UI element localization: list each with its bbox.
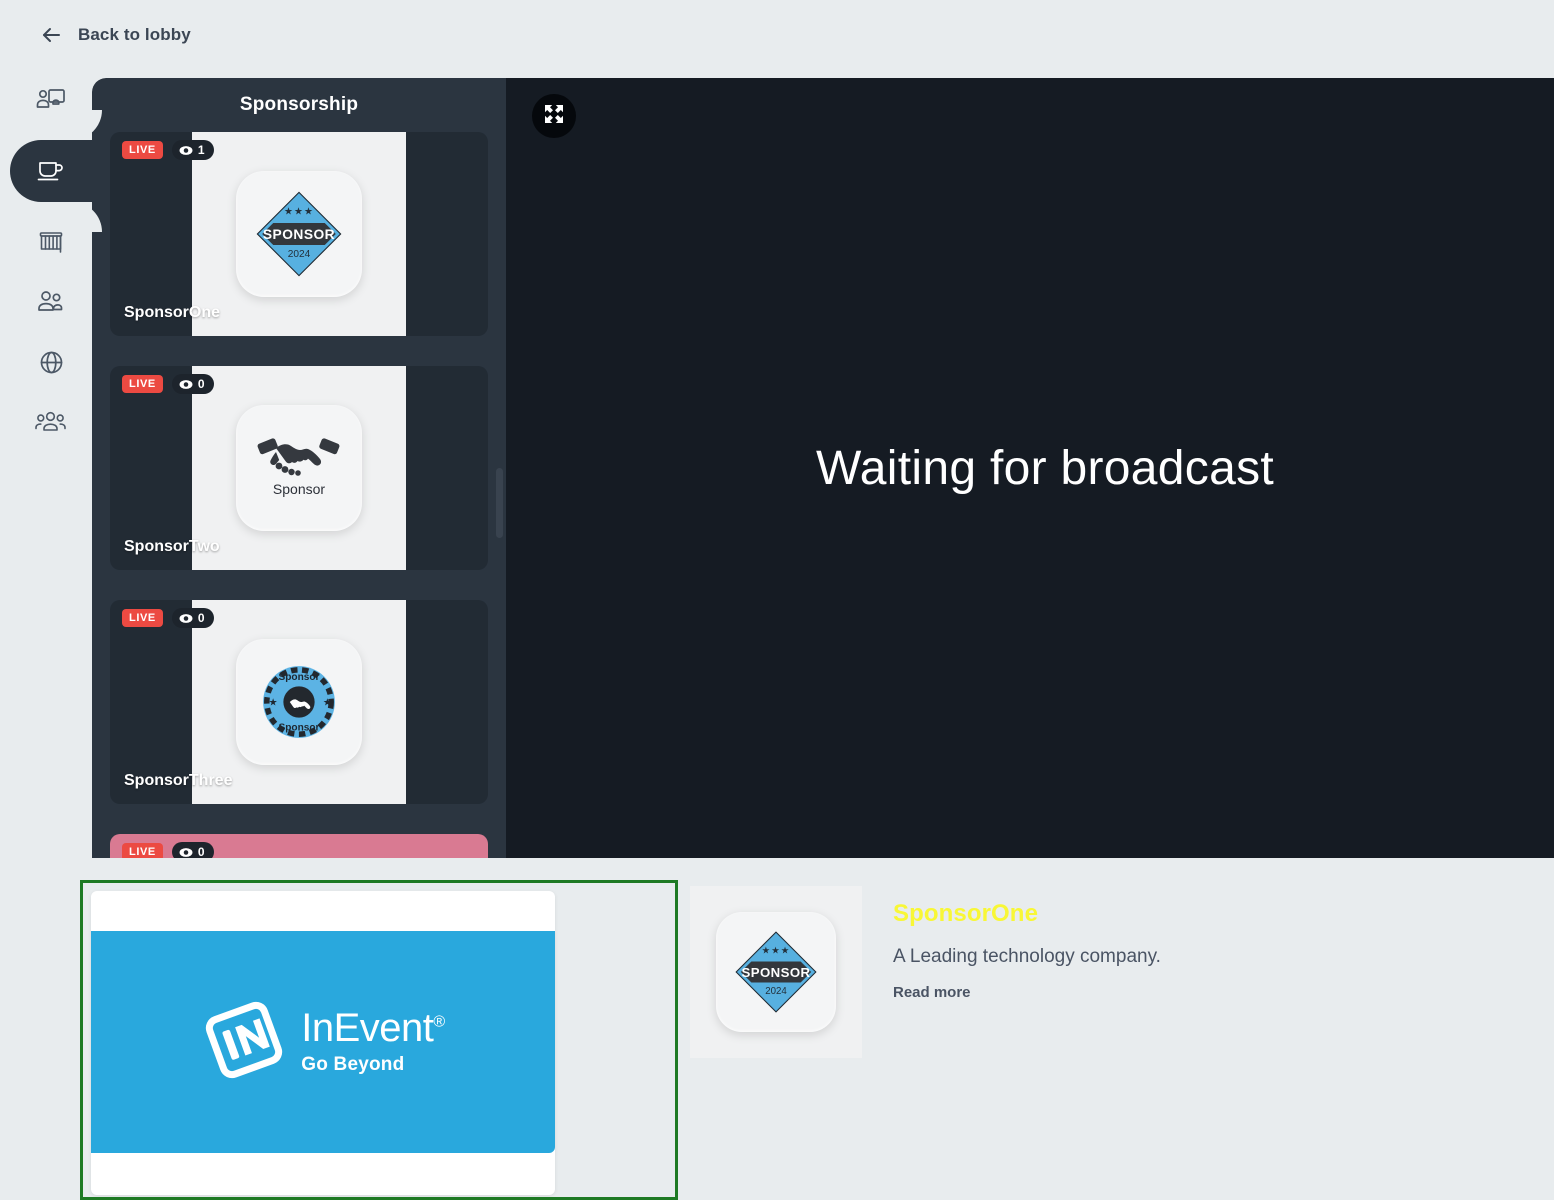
fullscreen-expand-button[interactable]: [532, 94, 576, 138]
sponsor-card-name: SponsorOne: [124, 304, 221, 321]
viewer-count-value: 0: [197, 377, 205, 391]
sponsor-card[interactable]: SPONSOR ★★★ 2024 LIVE 1 SponsorOne: [110, 132, 488, 336]
viewer-count-value: 0: [197, 611, 205, 625]
viewer-count-pill: 0: [171, 374, 214, 395]
viewer-count-value: 1: [197, 143, 205, 157]
live-badge: LIVE: [122, 843, 163, 858]
sidebar-item-global[interactable]: [10, 332, 92, 392]
sidebar-item-attendees[interactable]: [10, 272, 92, 332]
sidebar-item-exhibition-booths[interactable]: [10, 212, 92, 272]
viewer-count-value: 0: [197, 845, 205, 858]
sponsor-card[interactable]: LIVE 0: [110, 834, 488, 858]
two-people-icon: [36, 289, 66, 315]
sponsor-card-badges: LIVE 0: [122, 608, 214, 629]
sponsor-card-thumbnail: SPONSOR ★★★ 2024: [192, 132, 406, 336]
sidebar-item-networking-lounge[interactable]: [10, 140, 92, 200]
sponsor-card[interactable]: Sponsor Sponsor ★ ★ LIVE 0 SponsorThree: [110, 600, 488, 804]
broadcast-stage: Waiting for broadcast: [506, 78, 1554, 858]
fullscreen-expand-icon: [544, 104, 564, 129]
sponsor-detail-description: A Leading technology company.: [893, 946, 1161, 967]
sidebar-item-sessions[interactable]: [10, 70, 92, 130]
globe-icon: [38, 349, 65, 376]
live-badge: LIVE: [122, 609, 163, 628]
eye-icon: [179, 613, 193, 623]
sponsor-card-badges: LIVE 1: [122, 140, 214, 161]
sponsor-card-badges: LIVE 0: [122, 842, 214, 858]
inevent-banner: InEvent® Go Beyond: [91, 931, 555, 1153]
stage-area: Sponsorship SPONSOR ★★★ 2024 LIVE 1 Spon…: [92, 78, 1554, 858]
viewer-count-pill: 0: [171, 608, 214, 629]
back-to-lobby-link[interactable]: Back to lobby: [78, 25, 191, 45]
sponsorship-panel-title: Sponsorship: [239, 94, 359, 115]
top-bar: Back to lobby: [0, 0, 1554, 70]
inevent-tagline: Go Beyond: [301, 1054, 405, 1075]
svg-text:★: ★: [269, 698, 278, 709]
sponsor-detail-name: SponsorOne: [893, 900, 1039, 927]
svg-text:2024: 2024: [288, 249, 311, 260]
sponsor-card-name: SponsorTwo: [124, 538, 220, 555]
sponsor-banner-highlight-frame[interactable]: InEvent® Go Beyond: [80, 880, 678, 1200]
inevent-brand-text: InEvent: [301, 1006, 434, 1050]
live-badge: LIVE: [122, 141, 163, 160]
svg-text:SPONSOR: SPONSOR: [263, 227, 335, 242]
sponsor-diamond-badge-icon: SPONSOR ★★★ 2024: [716, 912, 836, 1032]
svg-text:★★★: ★★★: [284, 207, 314, 218]
eye-icon: [179, 145, 193, 155]
broadcast-status-message: Waiting for broadcast: [815, 441, 1275, 495]
sponsorship-panel: Sponsorship SPONSOR ★★★ 2024 LIVE 1 Spon…: [92, 78, 506, 858]
sponsorship-list-scrollbar[interactable]: [496, 468, 503, 538]
inevent-wordmark: InEvent® Go Beyond: [301, 1006, 445, 1076]
registered-mark: ®: [433, 1013, 445, 1031]
inevent-logo-icon: [201, 997, 287, 1088]
svg-text:SPONSOR: SPONSOR: [741, 965, 810, 980]
svg-text:★★★: ★★★: [762, 946, 791, 957]
viewer-count-pill: 0: [171, 842, 214, 858]
sponsor-detail-area: InEvent® Go Beyond SPONSOR ★★★ 2024 Spon…: [0, 858, 1554, 1200]
sponsor-card-name: SponsorThree: [124, 772, 233, 789]
svg-text:Sponsor: Sponsor: [278, 672, 319, 683]
sponsor-detail-logo: SPONSOR ★★★ 2024: [690, 886, 862, 1058]
sponsor-card-thumbnail: Sponsor: [192, 366, 406, 570]
sponsorship-list[interactable]: SPONSOR ★★★ 2024 LIVE 1 SponsorOne Spons…: [92, 132, 506, 858]
sponsor-detail-text: SponsorOne A Leading technology company.…: [893, 900, 1513, 1001]
live-badge: LIVE: [122, 375, 163, 394]
sponsor-diamond-badge-icon: SPONSOR ★★★ 2024: [236, 171, 362, 297]
read-more-link[interactable]: Read more: [893, 984, 1513, 1001]
sponsor-seal-badge-icon: Sponsor Sponsor ★ ★: [236, 639, 362, 765]
sponsor-handshake-icon: Sponsor: [236, 405, 362, 531]
group-people-icon: [35, 409, 67, 435]
presenter-screen-icon: [36, 87, 66, 113]
eye-icon: [179, 847, 193, 857]
eye-icon: [179, 379, 193, 389]
sponsor-logo-caption: Sponsor: [272, 481, 326, 497]
sponsor-card-badges: LIVE 0: [122, 374, 214, 395]
viewer-count-pill: 1: [171, 140, 214, 161]
svg-text:2024: 2024: [765, 986, 787, 997]
booth-stand-icon: [37, 229, 65, 255]
sidebar-item-groups[interactable]: [10, 392, 92, 452]
sponsor-banner-card[interactable]: InEvent® Go Beyond: [91, 891, 555, 1195]
sponsor-card[interactable]: Sponsor LIVE 0 SponsorTwo: [110, 366, 488, 570]
arrow-left-icon[interactable]: [38, 22, 64, 48]
left-nav-rail: [10, 70, 92, 860]
coffee-cup-icon: [36, 157, 66, 183]
svg-text:★: ★: [323, 698, 332, 709]
svg-text:Sponsor: Sponsor: [278, 723, 319, 734]
